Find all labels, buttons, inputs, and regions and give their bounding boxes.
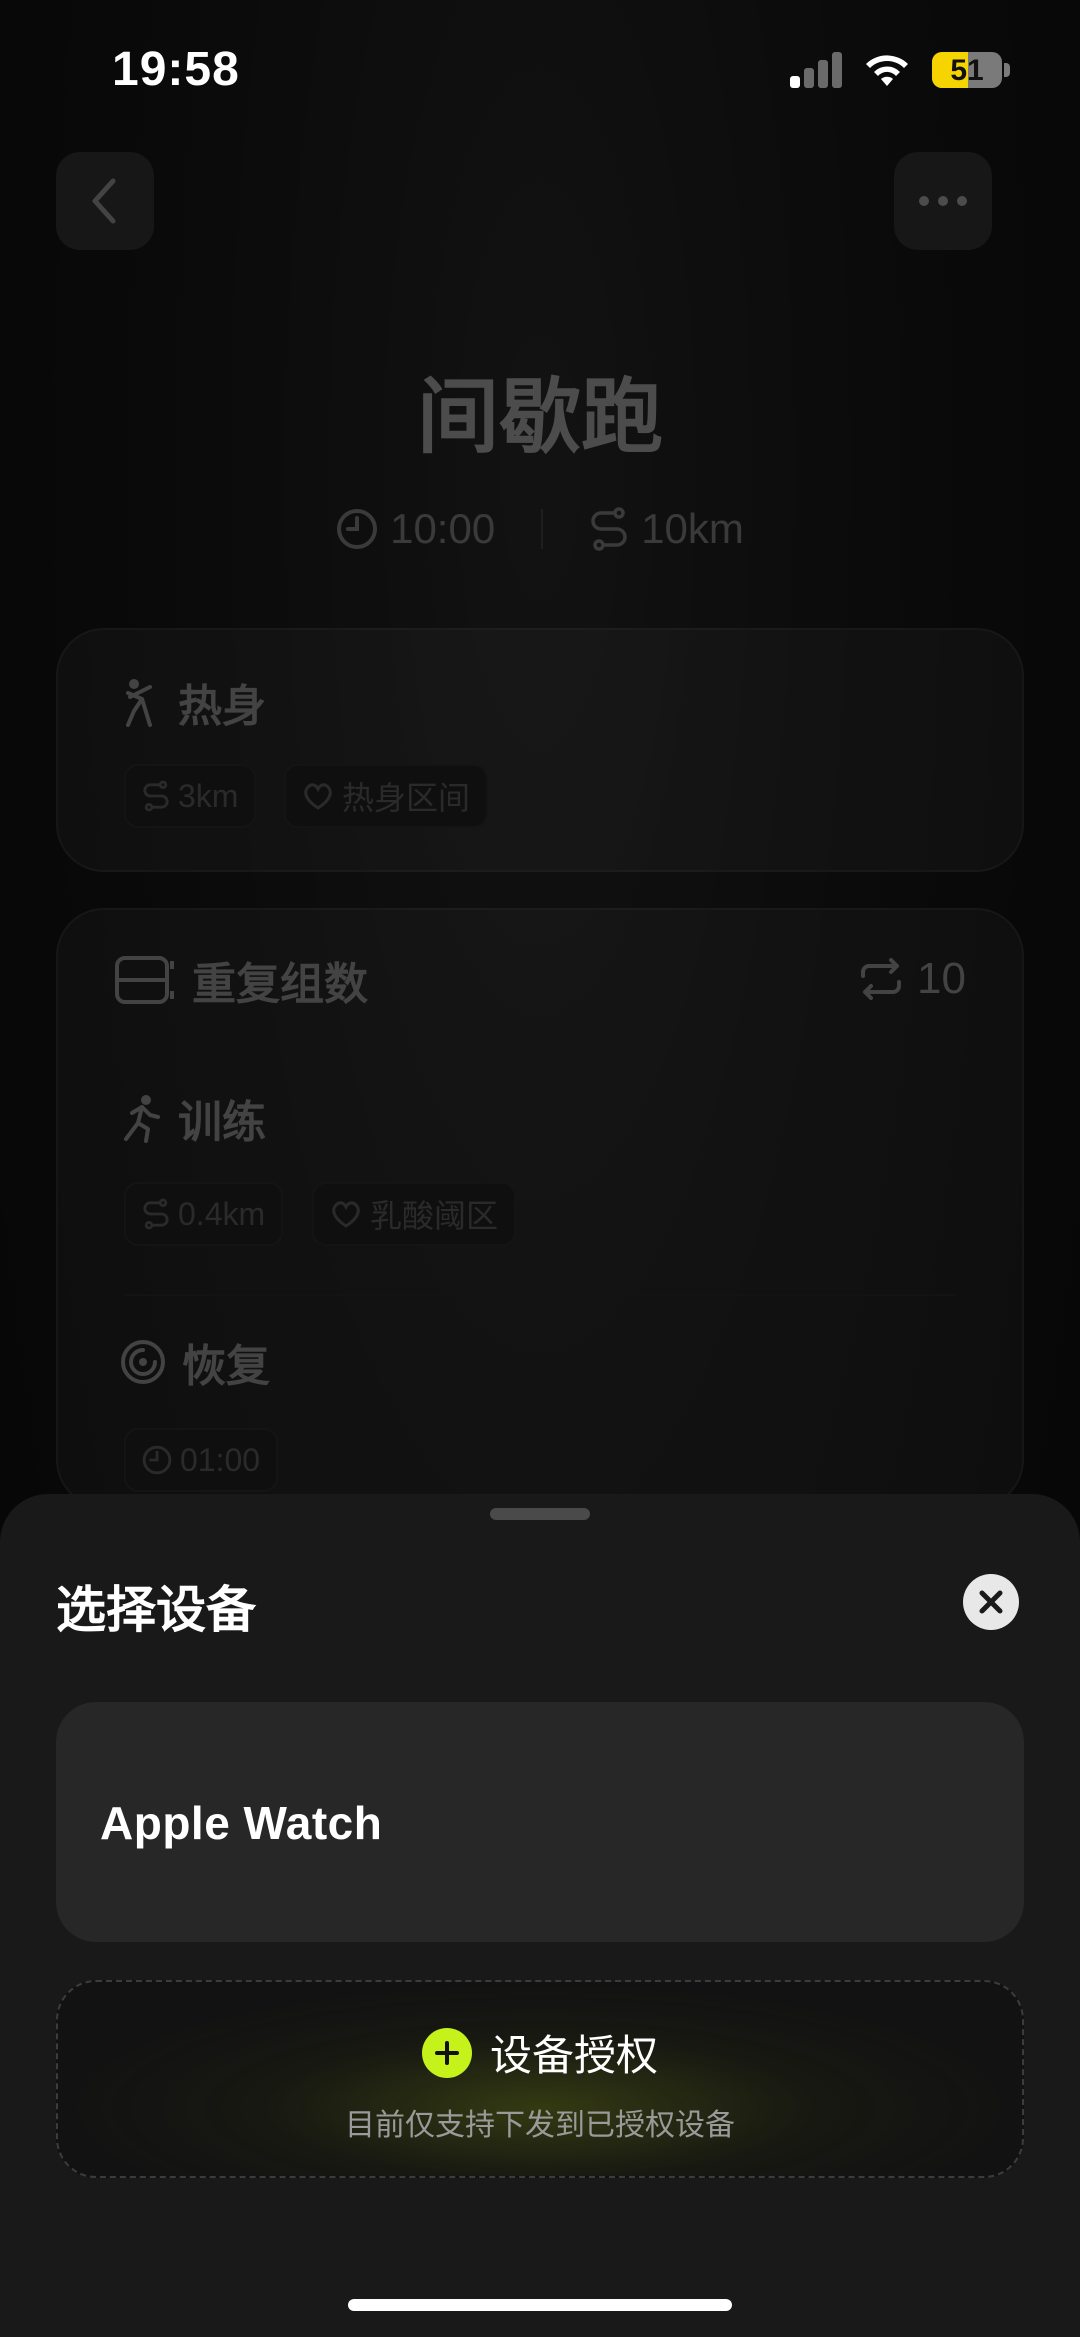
close-icon [979,1590,1003,1614]
auth-row: 设备授权 [58,2022,1022,2083]
wifi-icon [866,55,908,86]
sheet-title: 选择设备 [56,1582,256,1638]
device-auth-button[interactable]: 设备授权 目前仅支持下发到已授权设备 [56,1980,1024,2178]
device-select-sheet: 选择设备 Apple Watch 设备授权 目前仅支持下发到已授权设备 [0,1494,1080,2337]
close-button[interactable] [963,1574,1019,1630]
sheet-grabber[interactable] [490,1508,590,1520]
signal-icon [790,52,844,88]
status-bar: 19:58 51 [0,0,1080,140]
status-time: 19:58 [112,43,240,96]
auth-note: 目前仅支持下发到已授权设备 [345,2109,735,2142]
device-option-apple-watch[interactable]: Apple Watch [56,1702,1024,1942]
battery-icon: 51 [932,52,1002,88]
plus-icon [421,2027,472,2078]
auth-label: 设备授权 [489,2032,658,2079]
home-indicator[interactable] [348,2299,732,2311]
device-name: Apple Watch [100,1797,383,1849]
battery-tip [1004,63,1010,77]
battery-level: 51 [950,54,984,87]
